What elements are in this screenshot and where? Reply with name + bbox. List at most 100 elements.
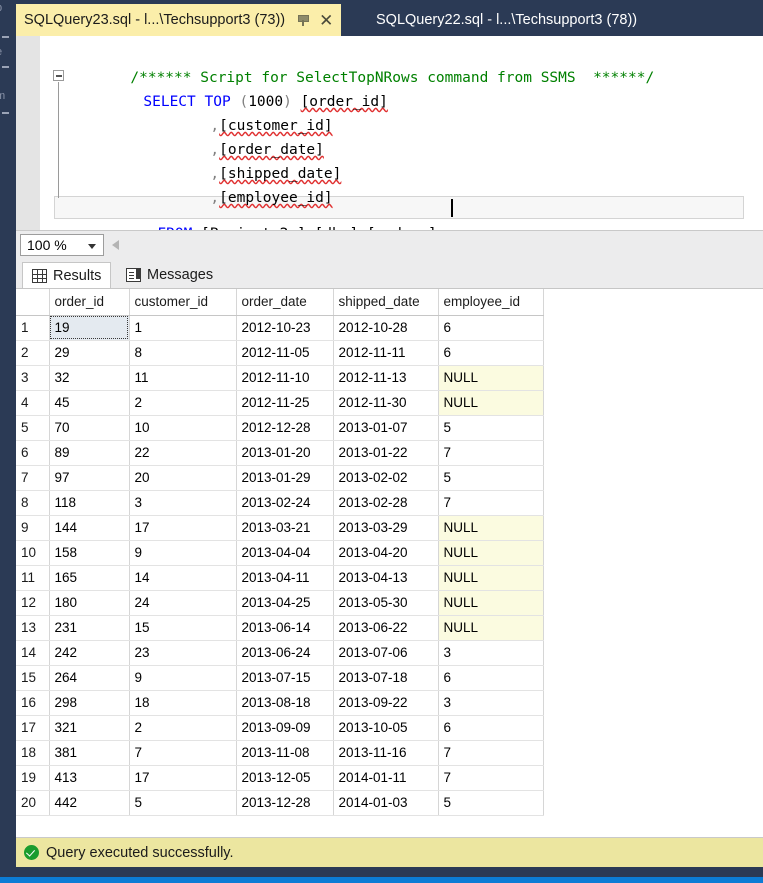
close-icon[interactable]: ✕ [319, 12, 333, 29]
row-number-cell[interactable]: 5 [16, 415, 50, 441]
sql-editor-pane[interactable]: /****** Script for SelectTopNRows comman… [16, 36, 763, 242]
row-number-cell[interactable]: 17 [16, 715, 50, 741]
row-number-cell[interactable]: 14 [16, 640, 50, 666]
cell-order-date[interactable]: 2013-11-08 [236, 740, 334, 766]
row-number-cell[interactable]: 16 [16, 690, 50, 716]
cell-shipped-date[interactable]: 2013-10-05 [333, 715, 439, 741]
table-row[interactable]: 3 32 11 2012-11-10 2012-11-13 NULL [16, 365, 544, 391]
cell-shipped-date[interactable]: 2012-11-13 [333, 365, 439, 391]
cell-order-date[interactable]: 2013-01-20 [236, 440, 334, 466]
cell-employee-id[interactable]: 5 [438, 415, 544, 441]
cell-order-id[interactable]: 144 [49, 515, 130, 541]
cell-order-id[interactable]: 264 [49, 665, 130, 691]
row-number-cell[interactable]: 3 [16, 365, 50, 391]
cell-order-date[interactable]: 2013-12-28 [236, 790, 334, 816]
results-grid[interactable]: order_id customer_id order_date shipped_… [16, 288, 763, 838]
table-row[interactable]: 12 180 24 2013-04-25 2013-05-30 NULL [16, 590, 544, 616]
cell-shipped-date[interactable]: 2014-01-11 [333, 765, 439, 791]
cell-employee-id[interactable]: 7 [438, 765, 544, 791]
cell-employee-id[interactable]: NULL [438, 365, 544, 391]
table-row[interactable]: 6 89 22 2013-01-20 2013-01-22 7 [16, 440, 544, 466]
cell-customer-id[interactable]: 5 [129, 790, 237, 816]
cell-employee-id[interactable]: NULL [438, 565, 544, 591]
chevron-down-icon[interactable] [88, 244, 96, 249]
cell-order-date[interactable]: 2012-11-10 [236, 365, 334, 391]
cell-shipped-date[interactable]: 2013-05-30 [333, 590, 439, 616]
cell-customer-id[interactable]: 10 [129, 415, 237, 441]
cell-order-date[interactable]: 2012-12-28 [236, 415, 334, 441]
cell-order-date[interactable]: 2013-04-04 [236, 540, 334, 566]
cell-order-date[interactable]: 2013-08-18 [236, 690, 334, 716]
cell-shipped-date[interactable]: 2013-03-29 [333, 515, 439, 541]
row-number-cell[interactable]: 13 [16, 615, 50, 641]
cell-order-id[interactable]: 45 [49, 390, 130, 416]
cell-customer-id[interactable]: 23 [129, 640, 237, 666]
cell-order-id[interactable]: 89 [49, 440, 130, 466]
cell-shipped-date[interactable]: 2013-02-28 [333, 490, 439, 516]
cell-employee-id[interactable]: 5 [438, 465, 544, 491]
row-number-cell[interactable]: 19 [16, 765, 50, 791]
cell-order-date[interactable]: 2013-06-14 [236, 615, 334, 641]
cell-customer-id[interactable]: 17 [129, 515, 237, 541]
cell-order-date[interactable]: 2013-12-05 [236, 765, 334, 791]
table-row[interactable]: 18 381 7 2013-11-08 2013-11-16 7 [16, 740, 544, 766]
table-row[interactable]: 11 165 14 2013-04-11 2013-04-13 NULL [16, 565, 544, 591]
cell-customer-id[interactable]: 1 [129, 315, 237, 341]
cell-shipped-date[interactable]: 2012-11-11 [333, 340, 439, 366]
cell-employee-id[interactable]: NULL [438, 390, 544, 416]
cell-order-date[interactable]: 2012-11-05 [236, 340, 334, 366]
table-row[interactable]: 20 442 5 2013-12-28 2014-01-03 5 [16, 790, 544, 816]
cell-employee-id[interactable]: NULL [438, 590, 544, 616]
cell-order-date[interactable]: 2013-04-25 [236, 590, 334, 616]
cell-order-id[interactable]: 97 [49, 465, 130, 491]
row-number-cell[interactable]: 4 [16, 390, 50, 416]
cell-shipped-date[interactable]: 2013-07-18 [333, 665, 439, 691]
cell-employee-id[interactable]: 6 [438, 315, 544, 341]
row-number-header[interactable] [16, 289, 50, 316]
cell-shipped-date[interactable]: 2012-10-28 [333, 315, 439, 341]
cell-customer-id[interactable]: 2 [129, 390, 237, 416]
left-dock-strip[interactable]: b e r m [0, 0, 16, 883]
cell-order-date[interactable]: 2013-09-09 [236, 715, 334, 741]
tab-sqlquery23[interactable]: SQLQuery23.sql - l...\Techsupport3 (73))… [16, 4, 342, 36]
cell-shipped-date[interactable]: 2013-04-13 [333, 565, 439, 591]
cell-employee-id[interactable]: 3 [438, 690, 544, 716]
cell-customer-id[interactable]: 11 [129, 365, 237, 391]
splitter-collapse-icon[interactable] [112, 240, 119, 250]
row-number-cell[interactable]: 8 [16, 490, 50, 516]
cell-shipped-date[interactable]: 2013-01-07 [333, 415, 439, 441]
cell-order-id[interactable]: 180 [49, 590, 130, 616]
row-number-cell[interactable]: 9 [16, 515, 50, 541]
cell-shipped-date[interactable]: 2012-11-30 [333, 390, 439, 416]
cell-order-id[interactable]: 19 [49, 315, 130, 341]
table-row[interactable]: 17 321 2 2013-09-09 2013-10-05 6 [16, 715, 544, 741]
table-row[interactable]: 8 118 3 2013-02-24 2013-02-28 7 [16, 490, 544, 516]
cell-employee-id[interactable]: 5 [438, 790, 544, 816]
cell-employee-id[interactable]: 6 [438, 715, 544, 741]
cell-order-id[interactable]: 242 [49, 640, 130, 666]
cell-order-id[interactable]: 158 [49, 540, 130, 566]
cell-shipped-date[interactable]: 2013-04-20 [333, 540, 439, 566]
cell-customer-id[interactable]: 15 [129, 615, 237, 641]
table-row[interactable]: 16 298 18 2013-08-18 2013-09-22 3 [16, 690, 544, 716]
cell-employee-id[interactable]: 6 [438, 340, 544, 366]
cell-order-date[interactable]: 2013-06-24 [236, 640, 334, 666]
cell-customer-id[interactable]: 7 [129, 740, 237, 766]
cell-customer-id[interactable]: 14 [129, 565, 237, 591]
sql-code[interactable]: /****** Script for SelectTopNRows comman… [40, 36, 763, 242]
cell-shipped-date[interactable]: 2013-11-16 [333, 740, 439, 766]
cell-order-id[interactable]: 298 [49, 690, 130, 716]
cell-order-date[interactable]: 2013-04-11 [236, 565, 334, 591]
cell-shipped-date[interactable]: 2013-06-22 [333, 615, 439, 641]
cell-order-id[interactable]: 321 [49, 715, 130, 741]
cell-employee-id[interactable]: 7 [438, 490, 544, 516]
cell-order-date[interactable]: 2013-07-15 [236, 665, 334, 691]
cell-employee-id[interactable]: 7 [438, 440, 544, 466]
tab-sqlquery22[interactable]: SQLQuery22.sql - l...\Techsupport3 (78)) [368, 4, 652, 36]
cell-employee-id[interactable]: 3 [438, 640, 544, 666]
cell-customer-id[interactable]: 20 [129, 465, 237, 491]
column-header-shipped-date[interactable]: shipped_date [333, 289, 439, 316]
row-number-cell[interactable]: 1 [16, 315, 50, 341]
table-row[interactable]: 14 242 23 2013-06-24 2013-07-06 3 [16, 640, 544, 666]
table-row[interactable]: 9 144 17 2013-03-21 2013-03-29 NULL [16, 515, 544, 541]
